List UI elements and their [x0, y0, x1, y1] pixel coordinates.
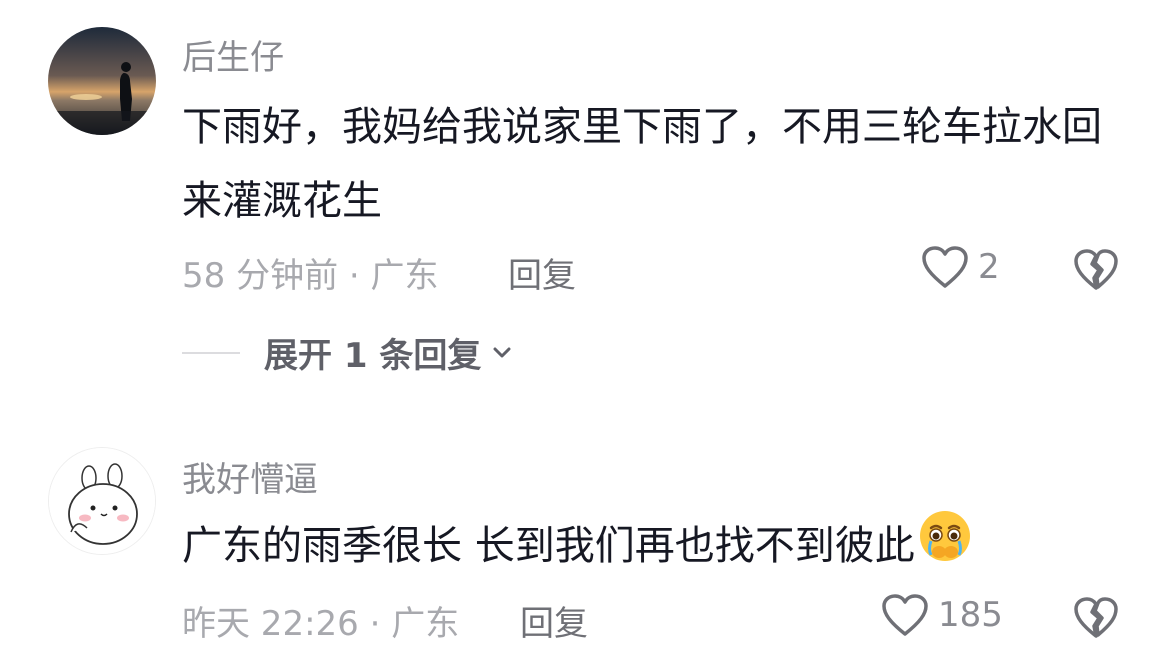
avatar[interactable]	[48, 447, 156, 555]
like-count: 185	[938, 595, 1003, 635]
expand-replies-label: 展开 1 条回复	[264, 336, 482, 376]
dislike-button[interactable]	[1072, 246, 1120, 296]
comment-meta: 昨天 22:26 · 广东	[182, 604, 460, 644]
comment-text-content: 广东的雨季很长 长到我们再也找不到彼此	[182, 523, 915, 569]
comment-text: 广东的雨季很长 长到我们再也找不到彼此	[182, 508, 1122, 588]
comment-meta: 58 分钟前 · 广东	[182, 256, 439, 296]
reply-button[interactable]: 回复	[520, 596, 588, 645]
username[interactable]: 我好懵逼	[182, 452, 318, 501]
teary-face-emoji-icon	[917, 508, 973, 588]
username[interactable]: 后生仔	[182, 30, 284, 79]
like-count: 2	[978, 247, 1000, 287]
broken-heart-icon	[1074, 249, 1118, 290]
heart-icon	[922, 246, 968, 288]
heart-icon	[882, 594, 928, 636]
comment-text: 下雨好，我妈给我说家里下雨了，不用三轮车拉水回来灌溉花生	[182, 104, 1102, 224]
expand-replies-button[interactable]: 展开 1 条回复	[182, 328, 515, 377]
divider-line	[182, 351, 240, 354]
sunset-silhouette-avatar-icon	[48, 27, 156, 135]
broken-heart-icon	[1074, 597, 1118, 638]
like-button[interactable]: 185	[880, 592, 1003, 638]
chevron-down-icon	[493, 347, 511, 357]
reply-button[interactable]: 回复	[508, 248, 576, 297]
cartoon-bunny-avatar-icon	[49, 448, 155, 554]
avatar[interactable]	[48, 27, 156, 135]
like-button[interactable]: 2	[920, 244, 1000, 290]
dislike-button[interactable]	[1072, 594, 1120, 644]
